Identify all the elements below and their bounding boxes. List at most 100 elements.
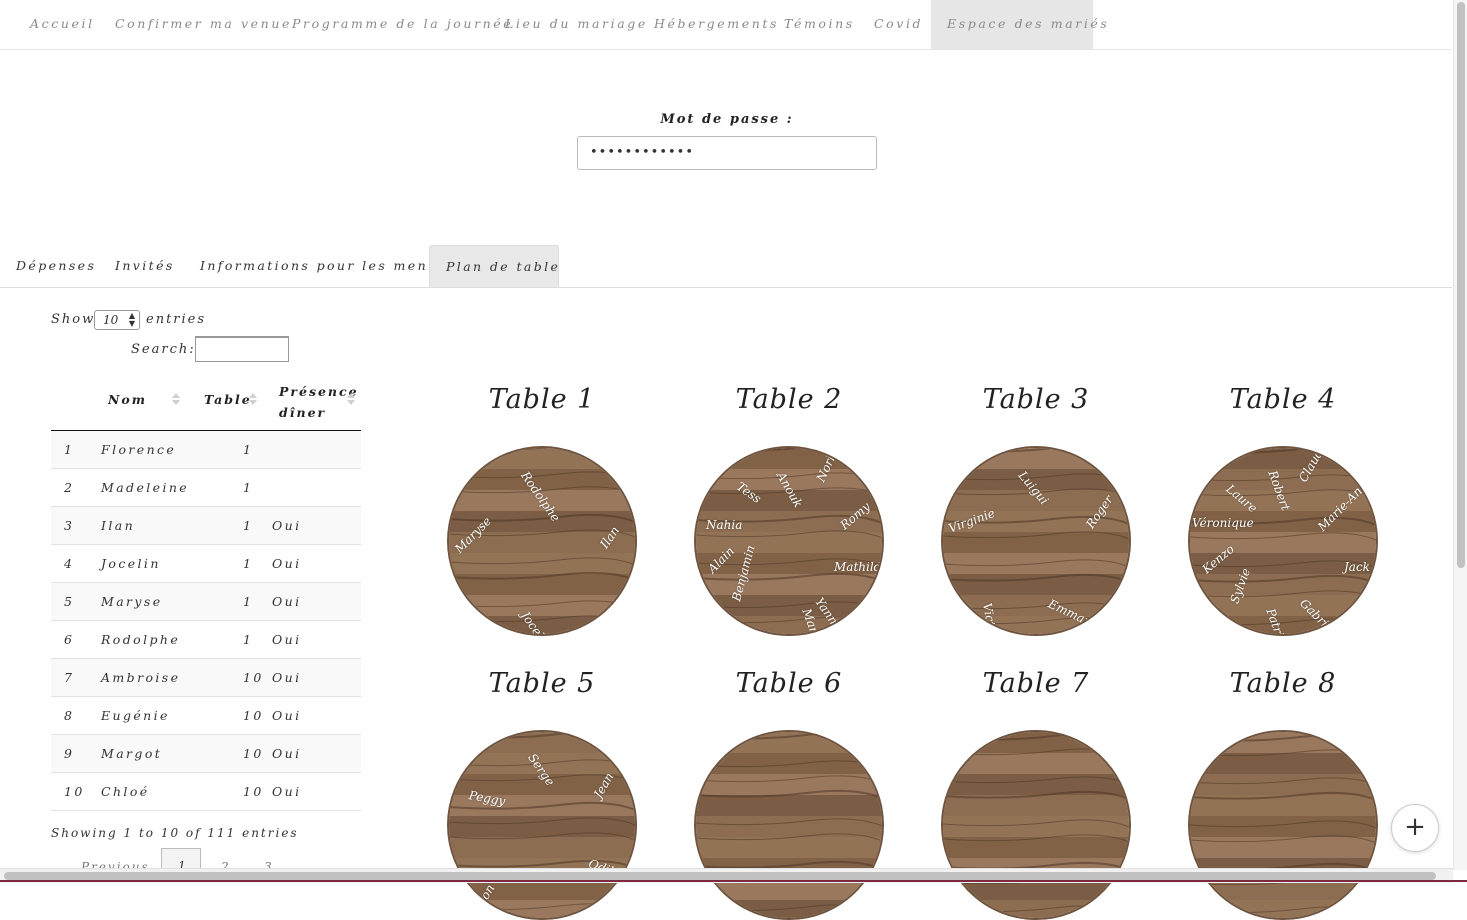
row-index: 9 (64, 746, 75, 761)
seat-guest-name[interactable]: Véronique (1192, 516, 1254, 530)
row-index: 10 (64, 784, 85, 799)
table-row: 1 Florence 1 (51, 431, 361, 469)
table-number: 1 (243, 556, 254, 571)
table-title: Table 4 (1229, 384, 1337, 415)
table-number: 1 (243, 594, 254, 609)
table-row: 9 Margot 10 Oui (51, 735, 361, 773)
select-arrows-icon: ▲ ▼ (128, 311, 135, 328)
table-row: 6 Rodolphe 1 Oui (51, 621, 361, 659)
sort-icon (249, 393, 257, 407)
entries-select[interactable]: 10 ▲ ▼ (94, 310, 140, 330)
password-input[interactable]: •••••••••••• (577, 136, 877, 170)
table-row: 4 Jocelin 1 Oui (51, 545, 361, 583)
guest-name: Margot (101, 746, 163, 761)
search-input[interactable] (195, 336, 289, 362)
password-label: Mot de passe : (660, 112, 794, 127)
round-table[interactable]: Luigui Virginie Roger Victor Emmanuel (941, 446, 1131, 636)
guest-name: Florence (101, 442, 177, 457)
round-table[interactable]: Tess Anouk Norbert Romy Nahia Alain Mathilde Be… (694, 446, 884, 636)
table-body: 1 Florence 1 2 Madeleine 1 3 Ilan 1 Oui 4 Jocelin 1 O… (51, 431, 361, 811)
table-title: Table 7 (982, 668, 1090, 699)
vertical-scrollbar[interactable] (1453, 0, 1467, 870)
guest-name: Rodolphe (101, 632, 181, 647)
wood-texture (943, 732, 1129, 918)
table-row: 2 Madeleine 1 (51, 469, 361, 507)
presence-diner: Oui (272, 594, 302, 609)
wood-texture (943, 448, 1129, 634)
tab-bar: Dépenses Invités Informations pour les m… (0, 245, 1452, 288)
top-navigation: Accueil Confirmer ma venue Programme de … (0, 0, 1452, 50)
presence-diner: Oui (272, 708, 302, 723)
table-number: 1 (243, 518, 254, 533)
presence-diner: Oui (272, 518, 302, 533)
table-title: Table 5 (488, 668, 596, 699)
nav-item-accueil[interactable]: Accueil (30, 0, 95, 49)
seat-guest-name[interactable]: Nahia (706, 518, 742, 532)
wood-texture (696, 732, 882, 918)
guest-name: Ambroise (101, 670, 181, 685)
guest-name: Eugénie (101, 708, 170, 723)
tab-menus[interactable]: Informations pour les menus (200, 245, 447, 287)
seat-guest-name[interactable]: Jack (1344, 560, 1370, 574)
row-index: 8 (64, 708, 75, 723)
table-number: 10 (243, 670, 264, 685)
column-header-nom[interactable]: Nom (108, 392, 147, 407)
nav-item-lieu[interactable]: Lieu du mariage (505, 0, 648, 49)
guest-name: Jocelin (101, 556, 161, 571)
table-row: 5 Maryse 1 Oui (51, 583, 361, 621)
nav-item-programme[interactable]: Programme de la journée (292, 0, 513, 49)
table-title: Table 1 (488, 384, 596, 415)
round-table[interactable]: Laure Robert Claude Véronique Marie-Ann Kenzo… (1188, 446, 1378, 636)
tab-invites[interactable]: Invités (115, 245, 175, 287)
round-table[interactable] (694, 730, 884, 920)
entries-label: entries (146, 312, 207, 327)
presence-diner: Oui (272, 746, 302, 761)
guest-name: Maryse (101, 594, 163, 609)
plus-icon: + (1404, 812, 1426, 842)
row-index: 1 (64, 442, 75, 457)
table-row: 7 Ambroise 10 Oui (51, 659, 361, 697)
table-number: 10 (243, 708, 264, 723)
tab-plan-de-table[interactable]: Plan de table (429, 245, 559, 287)
table-title: Table 3 (982, 384, 1090, 415)
guest-table: Nom Table Présence dîner 1 Florence 1 2 Made… (51, 373, 361, 811)
sort-icon (347, 393, 355, 407)
nav-item-espace-maries[interactable]: Espace des mariés (931, 0, 1107, 49)
wood-texture (1190, 732, 1376, 918)
entries-value: 10 (103, 313, 119, 327)
horizontal-scrollbar-thumb[interactable] (4, 872, 1436, 880)
round-table[interactable]: SergePeggyJeanAaronOdile (447, 730, 637, 920)
nav-item-covid[interactable]: Covid (874, 0, 923, 49)
table-title: Table 6 (735, 668, 843, 699)
round-table[interactable] (1188, 730, 1378, 920)
search-label: Search: (131, 342, 196, 357)
guest-name: Chloé (101, 784, 150, 799)
show-label: Show (51, 312, 96, 327)
table-row: 10 Chloé 10 Oui (51, 773, 361, 811)
table-header: Nom Table Présence dîner (51, 373, 361, 431)
sort-icon (172, 393, 180, 407)
nav-item-confirmer[interactable]: Confirmer ma venue (115, 0, 292, 49)
vertical-scrollbar-thumb[interactable] (1457, 2, 1465, 568)
presence-diner: Oui (272, 632, 302, 647)
seat-guest-name[interactable]: Mathilde (834, 560, 882, 574)
table-row: 3 Ilan 1 Oui (51, 507, 361, 545)
column-header-table[interactable]: Table (204, 392, 252, 407)
add-button[interactable]: + (1391, 804, 1439, 852)
table-number: 1 (243, 632, 254, 647)
row-index: 5 (64, 594, 75, 609)
round-table[interactable] (941, 730, 1131, 920)
table-number: 10 (243, 784, 264, 799)
tab-depenses[interactable]: Dépenses (16, 245, 96, 287)
table-title: Table 2 (735, 384, 843, 415)
row-index: 4 (64, 556, 75, 571)
table-title: Table 8 (1229, 668, 1337, 699)
table-number: 1 (243, 480, 254, 495)
round-table[interactable]: Rodolphe Maryse Ilan Jocelin (447, 446, 637, 636)
table-info: Showing 1 to 10 of 111 entries (51, 826, 299, 840)
nav-item-hebergements[interactable]: Hébergements (654, 0, 779, 49)
table-row: 8 Eugénie 10 Oui (51, 697, 361, 735)
wood-texture (1190, 448, 1376, 634)
presence-diner: Oui (272, 784, 302, 799)
nav-item-temoins[interactable]: Témoins (784, 0, 855, 49)
